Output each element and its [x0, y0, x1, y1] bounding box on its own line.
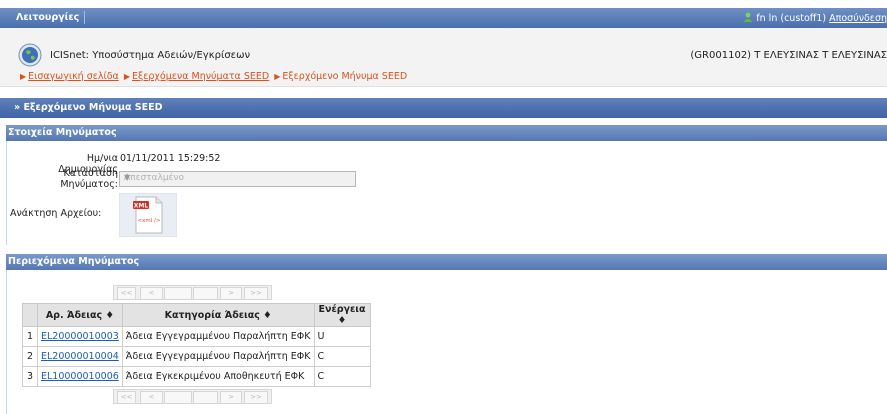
functions-menu[interactable]: Λειτουργίες	[16, 12, 79, 23]
chevron-right-icon: ▶	[20, 72, 27, 81]
pager-prev-button[interactable]: <	[140, 391, 163, 404]
row-number: 2	[22, 346, 38, 367]
table-row: 1 EL20000010003 Άδεια Εγγεγραμμένου Παρα…	[22, 326, 371, 347]
license-category-cell: Άδεια Εγγεγραμμένου Παραλήπτη ΕΦΚ	[121, 346, 315, 367]
breadcrumb-outgoing-messages[interactable]: Εξερχόμενα Μηνύματα SEED	[132, 71, 269, 82]
app-title: ICISnet: Υποσύστημα Αδειών/Εγκρίσεων	[50, 50, 251, 61]
xml-file-button[interactable]: XML <xml />	[119, 193, 177, 237]
pager-page-slot	[164, 287, 192, 300]
license-number-link[interactable]: EL20000010003	[41, 331, 119, 342]
xml-file-icon: XML <xml />	[133, 196, 163, 234]
globe-icon	[18, 43, 42, 67]
license-number-cell: EL20000010004	[37, 346, 123, 367]
table-row: 2 EL20000010004 Άδεια Εγγεγραμμένου Παρα…	[22, 346, 371, 367]
license-number-cell: EL20000010003	[37, 326, 123, 347]
license-number-link[interactable]: EL10000010006	[41, 371, 119, 382]
customs-office: (GR001102) Τ ΕΛΕΥΣΙΝΑΣ Τ ΕΛΕΥΣΙΝΑΣ	[690, 50, 887, 61]
breadcrumb-current: Εξερχόμενο Μήνυμα SEED	[282, 71, 408, 82]
status-label-line2: Μηνύματος:	[60, 179, 118, 190]
pager-next-button[interactable]: >	[220, 287, 242, 300]
pager-page-slot	[193, 391, 218, 404]
message-contents-header: Περιεχόμενα Μηνύματος	[6, 254, 887, 270]
action-cell: C	[313, 346, 371, 367]
message-contents-title: Περιεχόμενα Μηνύματος	[8, 256, 140, 267]
license-number-link[interactable]: EL20000010004	[41, 351, 119, 362]
license-category-cell: Άδεια Εγγεγραμμένου Παραλήπτη ΕΦΚ	[121, 326, 315, 347]
action-cell: U	[313, 326, 371, 347]
top-menu-bar: Λειτουργίες fn ln (custoff1) Αποσύνδεση	[0, 8, 887, 28]
message-details-title: Στοιχεία Μηνύματος	[8, 127, 117, 138]
breadcrumb-home[interactable]: Εισαγωγική σελίδα	[28, 71, 119, 82]
column-header-license-no[interactable]: Αρ. Άδειας ♦	[37, 303, 123, 327]
breadcrumb: ▶ Εισαγωγική σελίδα ▶ Εξερχόμενα Μηνύματα …	[18, 71, 407, 82]
status-select[interactable]: Απεσταλμένο ▼	[119, 171, 356, 187]
license-number-cell: EL10000010006	[37, 366, 123, 387]
pager-last-button[interactable]: >>	[244, 391, 268, 404]
pager-bottom: << < > >>	[113, 389, 272, 404]
app-header: ICISnet: Υποσύστημα Αδειών/Εγκρίσεων (GR…	[0, 28, 887, 87]
xml-tag: <xml />	[138, 218, 161, 224]
section-title-bar: » Εξερχόμενο Μήνυμα SEED	[0, 98, 887, 118]
message-details-header: Στοιχεία Μηνύματος	[6, 125, 887, 141]
user-info: fn ln (custoff1) Αποσύνδεση	[743, 12, 887, 24]
user-icon	[743, 12, 753, 22]
table-header-row: Αρ. Άδειας ♦ Κατηγορία Άδειας ♦ Ενέργεια…	[22, 303, 371, 327]
xml-badge: XML	[134, 203, 149, 210]
column-header-license-category[interactable]: Κατηγορία Άδειας ♦	[121, 303, 315, 327]
created-value: 01/11/2011 15:29:52	[120, 153, 221, 164]
license-category-cell: Άδεια Εγκεκριμένου Αποθηκευτή ΕΦΚ	[121, 366, 315, 387]
table-row: 3 EL10000010006 Άδεια Εγκεκριμένου Αποθη…	[22, 366, 371, 387]
pager-first-button[interactable]: <<	[117, 391, 136, 404]
pager-top: << < > >>	[113, 285, 272, 300]
chevron-right-icon: ▶	[274, 72, 281, 81]
row-number: 1	[22, 326, 38, 347]
pager-next-button[interactable]: >	[220, 391, 242, 404]
pager-page-slot	[164, 391, 192, 404]
chevron-down-icon: ▼	[124, 173, 131, 182]
row-number: 3	[22, 366, 38, 387]
licenses-table: Αρ. Άδειας ♦ Κατηγορία Άδειας ♦ Ενέργεια…	[22, 303, 371, 387]
chevron-right-icon: ▶	[123, 72, 130, 81]
logout-link[interactable]: Αποσύνδεση	[829, 13, 887, 24]
action-cell: C	[313, 366, 371, 387]
pager-first-button[interactable]: <<	[117, 287, 136, 300]
column-header-action[interactable]: Ενέργεια ♦	[313, 303, 371, 327]
file-retrieval-label: Ανάκτηση Αρχείου:	[10, 208, 102, 219]
menu-divider	[84, 11, 85, 24]
section-title: » Εξερχόμενο Μήνυμα SEED	[14, 102, 163, 113]
pager-last-button[interactable]: >>	[244, 287, 268, 300]
status-label-line1: Κατάσταση	[63, 168, 118, 179]
user-name: fn ln (custoff1)	[756, 13, 827, 24]
pager-prev-button[interactable]: <	[140, 287, 163, 300]
pager-page-slot	[193, 287, 218, 300]
row-number-header	[22, 303, 38, 327]
